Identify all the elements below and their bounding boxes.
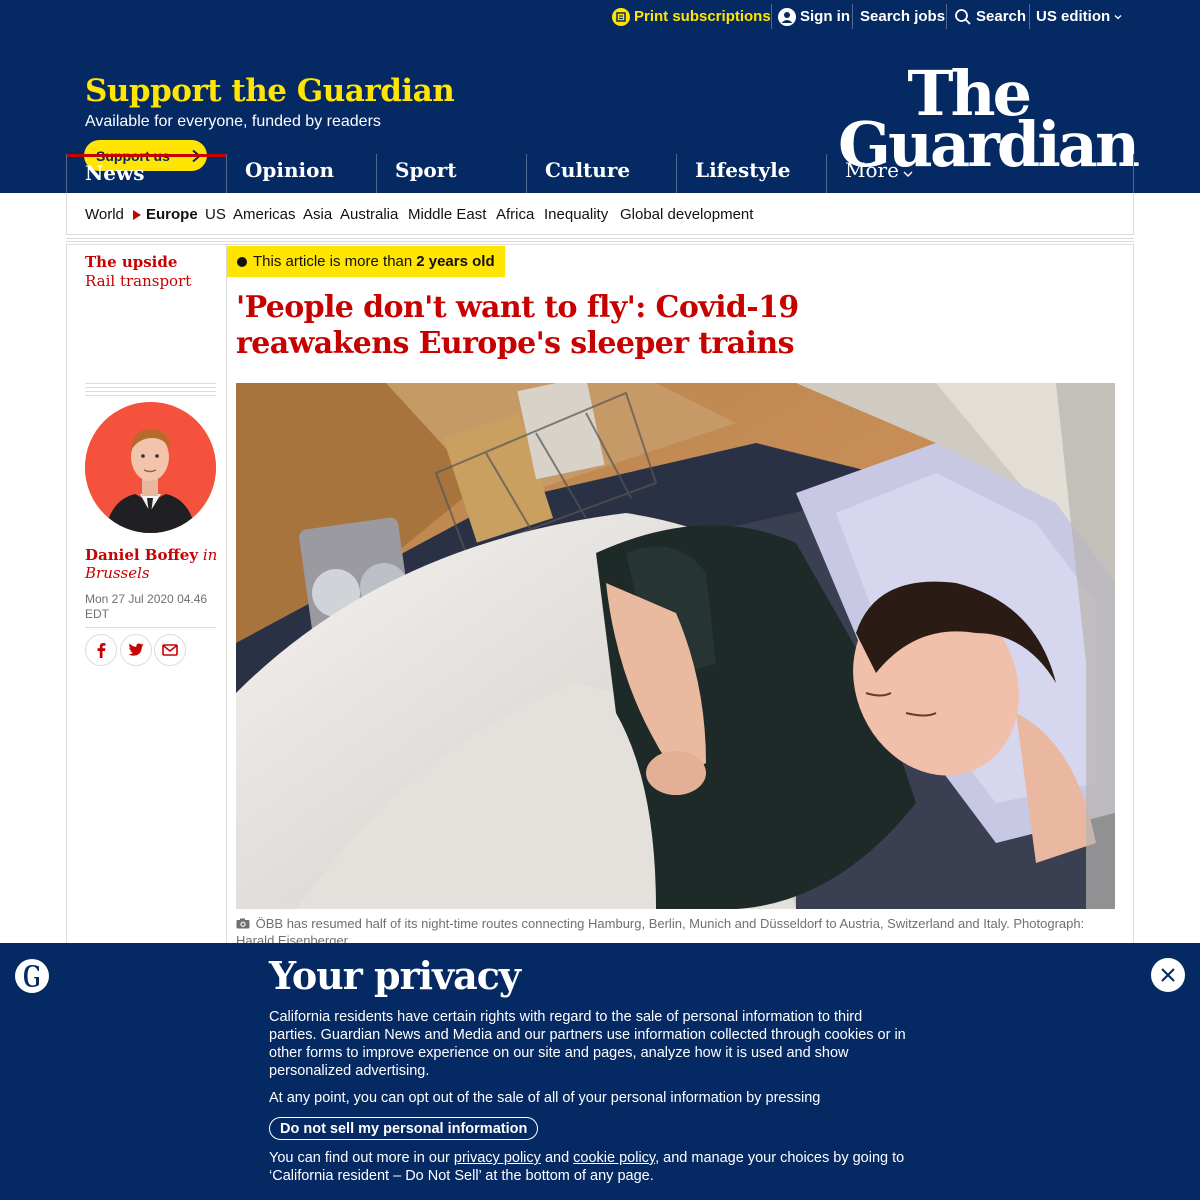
- support-subtitle: Available for everyone, funded by reader…: [85, 113, 381, 130]
- clock-icon: [237, 256, 247, 267]
- topbar-divider: [1029, 4, 1030, 29]
- subnav-americas[interactable]: Americas: [233, 206, 296, 223]
- author-portrait: [85, 402, 216, 533]
- divider: [85, 391, 216, 392]
- privacy-close-button[interactable]: [1151, 958, 1185, 992]
- account-icon: [778, 7, 796, 26]
- age-prefix: This article is more than: [253, 253, 413, 270]
- date-line-1: Mon 27 Jul 2020 04.46: [85, 592, 208, 606]
- edition-selector[interactable]: US edition: [1036, 0, 1123, 33]
- privacy-paragraph-1: California residents have certain rights…: [269, 1009, 906, 1079]
- divider: [85, 387, 216, 388]
- subnav-middle-east[interactable]: Middle East: [408, 206, 486, 223]
- privacy-text-b: and: [544, 1150, 570, 1166]
- nav-more-label: More: [845, 158, 899, 182]
- privacy-policy-link[interactable]: privacy policy: [454, 1150, 541, 1166]
- main-nav: News Opinion Sport Culture Lifestyle Mor…: [66, 154, 1134, 193]
- main-photo[interactable]: [236, 383, 1115, 909]
- subnav-inequality[interactable]: Inequality: [544, 206, 608, 223]
- sign-in-link[interactable]: Sign in: [778, 0, 850, 33]
- subnav-europe[interactable]: Europe: [146, 206, 198, 223]
- divider: [85, 395, 216, 396]
- print-subscriptions-icon: [612, 7, 630, 26]
- do-not-sell-button[interactable]: Do not sell my personal information: [269, 1117, 539, 1140]
- date-line-2: EDT: [85, 607, 109, 621]
- cookie-policy-link[interactable]: cookie policy: [573, 1150, 655, 1166]
- search-jobs-link[interactable]: Search jobs: [860, 0, 945, 33]
- guardian-g-logo-icon: [15, 959, 49, 993]
- edition-label: US edition: [1036, 8, 1111, 25]
- topbar-divider: [771, 4, 772, 29]
- search-label: Search: [976, 8, 1027, 25]
- sleeper-train-photo: [236, 383, 1115, 909]
- nav-more[interactable]: More: [826, 154, 976, 193]
- subnav-global-development[interactable]: Global development: [620, 206, 753, 223]
- support-title: Support the Guardian: [85, 73, 455, 109]
- series-title-link[interactable]: The upside: [85, 253, 191, 272]
- chevron-down-icon: [903, 171, 913, 177]
- divider: [85, 627, 216, 628]
- subnav-asia[interactable]: Asia: [303, 206, 332, 223]
- share-email-button[interactable]: [154, 634, 186, 666]
- email-icon: [162, 644, 178, 656]
- frame-border: [1133, 245, 1134, 945]
- privacy-paragraph-3: You can find out more in our privacy pol…: [269, 1149, 909, 1185]
- privacy-banner: Your privacy California residents have c…: [0, 943, 1200, 1200]
- subnav-africa[interactable]: Africa: [496, 206, 534, 223]
- close-icon: [1161, 968, 1175, 982]
- divider: [66, 238, 1134, 239]
- chevron-down-icon: [1114, 14, 1122, 19]
- headline: 'People don't want to fly': Covid-19 rea…: [236, 290, 799, 361]
- subnav-world[interactable]: World: [85, 206, 124, 223]
- share-facebook-button[interactable]: [85, 634, 117, 666]
- publish-date[interactable]: Mon 27 Jul 2020 04.46 EDT: [85, 592, 216, 622]
- share-twitter-button[interactable]: [120, 634, 152, 666]
- topbar-divider: [852, 4, 853, 29]
- author-avatar[interactable]: [85, 402, 216, 533]
- divider: [66, 241, 1134, 242]
- search-icon: [955, 8, 971, 25]
- print-subscriptions-link[interactable]: Print subscriptions: [612, 0, 771, 33]
- nav-opinion[interactable]: Opinion: [226, 154, 377, 193]
- privacy-text-a: You can find out more in our: [269, 1150, 450, 1166]
- topbar-divider: [946, 4, 947, 29]
- subnav-us[interactable]: US: [205, 206, 226, 223]
- print-subscriptions-label: Print subscriptions: [634, 8, 771, 25]
- search-link[interactable]: Search: [954, 0, 1026, 33]
- top-bar: Print subscriptions Sign in Search jobs …: [0, 0, 1200, 33]
- nav-lifestyle[interactable]: Lifestyle: [676, 154, 827, 193]
- nav-sport[interactable]: Sport: [376, 154, 527, 193]
- author-name-link[interactable]: Daniel Boffey: [85, 546, 198, 564]
- facebook-icon: [97, 643, 106, 658]
- byline: Daniel Boffey in Brussels: [85, 546, 220, 582]
- privacy-paragraph-2: At any point, you can opt out of the sal…: [269, 1090, 821, 1106]
- camera-icon: [236, 918, 250, 929]
- sub-nav: World Europe US Americas Asia Australia …: [66, 193, 1134, 235]
- series-label: The upside Rail transport: [85, 253, 191, 291]
- article-age-badge: This article is more than 2 years old: [227, 246, 505, 277]
- age-value: 2 years old: [416, 253, 495, 270]
- series-title: The upside: [85, 253, 178, 271]
- twitter-icon: [128, 643, 144, 656]
- sign-in-label: Sign in: [800, 8, 850, 25]
- section-link[interactable]: Rail transport: [85, 272, 191, 291]
- breadcrumb-arrow-icon: [133, 210, 141, 220]
- divider: [85, 383, 216, 384]
- frame-border: [226, 245, 227, 945]
- privacy-title: Your privacy: [269, 953, 521, 998]
- frame-border: [66, 245, 67, 945]
- nav-news[interactable]: News: [67, 154, 227, 193]
- subnav-australia[interactable]: Australia: [340, 206, 398, 223]
- nav-culture[interactable]: Culture: [526, 154, 677, 193]
